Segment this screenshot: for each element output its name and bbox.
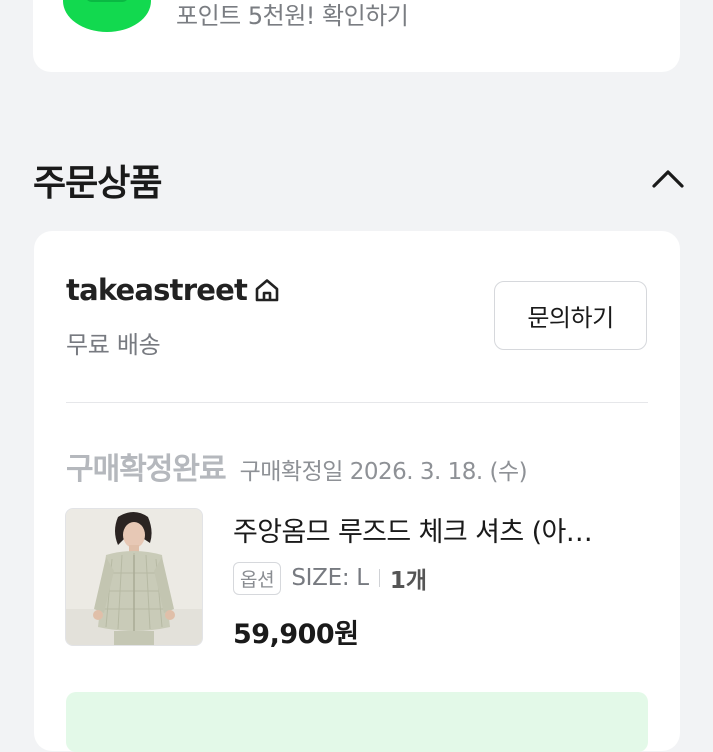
option-size: SIZE: L <box>291 565 369 591</box>
product-thumbnail[interactable] <box>65 508 203 646</box>
shipping-info: 무료 배송 <box>66 331 161 359</box>
promo-text: 포인트 5천원! 확인하기 <box>176 2 409 30</box>
store-name: takeastreet <box>66 273 248 307</box>
store-link[interactable]: takeastreet <box>66 273 281 307</box>
inquiry-button[interactable]: 문의하기 <box>494 281 647 350</box>
section-title: 주문상품 <box>33 163 162 204</box>
order-confirm-date: 구매확정일 2026. 3. 18. (수) <box>239 459 528 485</box>
point-promo-card[interactable]: 포인트 5천원! 확인하기 <box>33 0 680 72</box>
bottom-banner[interactable] <box>66 692 648 752</box>
order-card: takeastreet 무료 배송 문의하기 구매확정완료 구매확정일 2026… <box>34 231 680 752</box>
divider <box>66 402 648 403</box>
order-status-row: 구매확정완료 구매확정일 2026. 3. 18. (수) <box>66 444 528 488</box>
option-badge: 옵션 <box>233 561 282 595</box>
product-image <box>66 509 202 645</box>
product-name[interactable]: 주앙옴므 루즈드 체크 셔츠 (아… <box>233 510 643 549</box>
product-option-row: 옵션 SIZE: L 1개 <box>233 561 427 595</box>
chevron-up-icon[interactable] <box>648 162 688 192</box>
option-quantity: 1개 <box>389 568 427 594</box>
home-icon <box>253 276 281 304</box>
point-badge-icon <box>63 0 151 32</box>
order-status-label: 구매확정완료 <box>66 452 227 487</box>
option-separator <box>378 569 380 587</box>
product-price: 59,900원 <box>233 619 359 650</box>
